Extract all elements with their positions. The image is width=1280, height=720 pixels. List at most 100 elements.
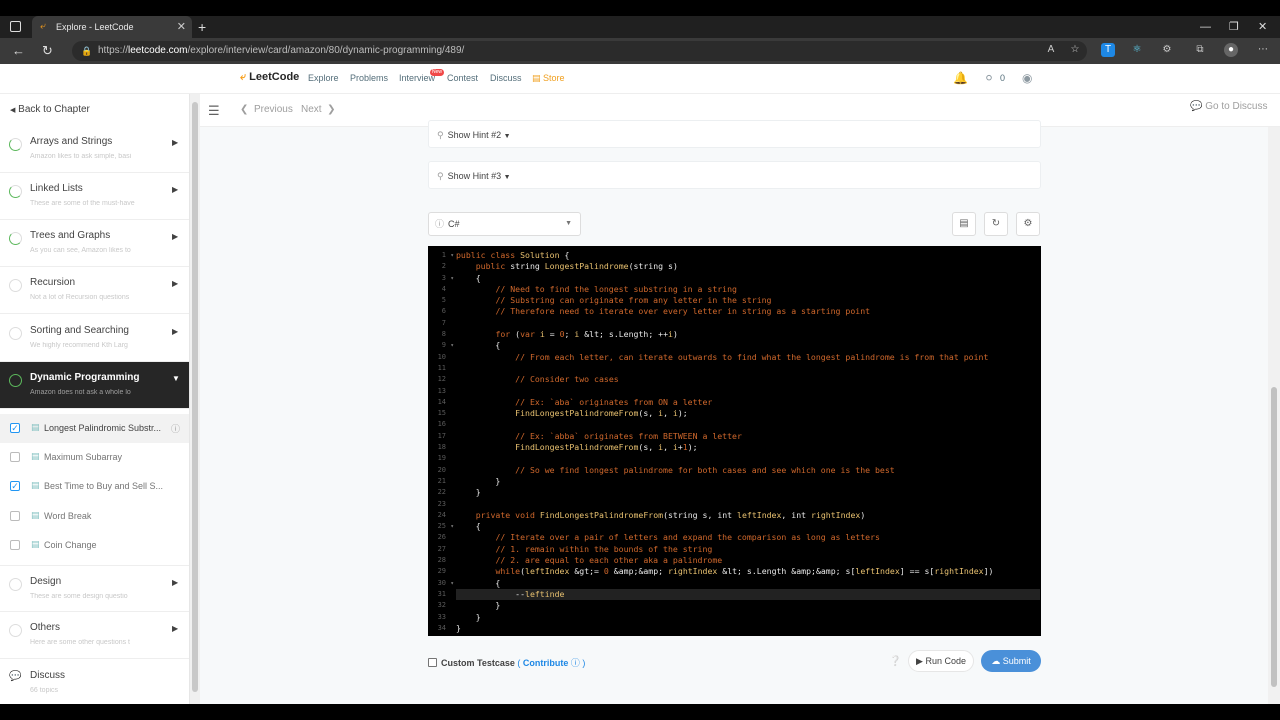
nav-explore[interactable]: Explore (308, 73, 339, 83)
code-line[interactable]: } (456, 476, 1040, 487)
maximize-icon[interactable]: ❐ (1229, 16, 1239, 38)
code-line[interactable]: // 1. remain within the bounds of the st… (456, 544, 1040, 555)
new-tab-icon[interactable]: + (198, 16, 206, 38)
language-select[interactable]: ⓘ C# ▼ (428, 212, 581, 236)
notes-button[interactable]: ▤ (952, 212, 976, 236)
custom-testcase-checkbox[interactable] (428, 658, 437, 667)
favorite-star-icon[interactable]: ☆ (1068, 43, 1082, 57)
question-coin-change[interactable]: ▤ Coin Change (0, 531, 189, 560)
react-devtools-icon[interactable]: ⚛ (1130, 43, 1144, 57)
fold-arrow-icon[interactable]: ▾ (450, 340, 454, 351)
nav-problems[interactable]: Problems (350, 73, 388, 83)
run-code-button[interactable]: ▶ Run Code (908, 650, 974, 672)
back-arrow-icon[interactable]: ← (12, 38, 25, 64)
custom-testcase[interactable]: Custom Testcase ( Contribute ⓘ ) (428, 656, 585, 669)
fold-arrow-icon[interactable]: ▾ (450, 578, 454, 589)
code-line[interactable] (456, 419, 1040, 430)
collections-icon[interactable]: ⧉ (1193, 43, 1207, 57)
go-to-discuss-button[interactable]: 💬 Go to Discuss (1190, 101, 1267, 112)
tab-actions-icon[interactable] (10, 21, 21, 32)
hamburger-menu-icon[interactable]: ☰ (208, 103, 220, 119)
code-line[interactable] (456, 386, 1040, 397)
leetcode-logo[interactable]: ⤶ LeetCode (240, 71, 299, 84)
code-line[interactable]: } (456, 487, 1040, 498)
code-line[interactable]: // Need to find the longest substring in… (456, 284, 1040, 295)
code-editor[interactable]: 1 ▾ 2 3 ▾ 4 5 6 7 8 9 ▾ 10 11 12 13 14 15 16 17 18 19 20 21 22 23… (428, 246, 1041, 636)
code-line[interactable]: { (456, 273, 1040, 284)
nav-contest[interactable]: Contest (447, 73, 478, 83)
code-line[interactable]: while(leftIndex &gt;= 0 &amp;&amp; right… (456, 566, 1040, 577)
reset-code-button[interactable]: ↻ (984, 212, 1008, 236)
nav-discuss[interactable]: Discuss (490, 73, 522, 83)
extension-icon[interactable]: T (1101, 43, 1115, 57)
code-line[interactable]: { (456, 340, 1040, 351)
chapter-sorting-and-searching[interactable]: Sorting and Searching We highly recommen… (0, 315, 189, 362)
submit-button[interactable]: ☁ Submit (981, 650, 1041, 672)
code-line[interactable]: FindLongestPalindromeFrom(s, i, i+1); (456, 442, 1040, 453)
chapter-trees-and-graphs[interactable]: Trees and Graphs As you can see, Amazon … (0, 220, 189, 267)
code-line[interactable]: public string LongestPalindrome(string s… (456, 261, 1040, 272)
code-line[interactable]: --leftinde (456, 588, 1040, 601)
contribute-link[interactable]: Contribute (523, 658, 569, 668)
close-tab-icon[interactable]: ✕ (177, 16, 186, 38)
chapter-dynamic-programming[interactable]: Dynamic Programming Amazon does not ask … (0, 362, 189, 409)
code-line[interactable] (456, 499, 1040, 510)
notification-bell-icon[interactable]: 🔔 (953, 71, 968, 85)
code-line[interactable]: } (456, 600, 1040, 611)
code-line[interactable]: } (456, 623, 1040, 634)
next-button[interactable]: Next ❯ (301, 104, 336, 115)
code-line[interactable]: private void FindLongestPalindromeFrom(s… (456, 510, 1040, 521)
code-area[interactable]: public class Solution { public string Lo… (456, 250, 1040, 634)
sidebar-discuss[interactable]: 💬 Discuss 66 topics (0, 660, 189, 707)
info-icon[interactable]: ⓘ (171, 422, 180, 435)
code-line[interactable]: // Ex: `aba` originates from ON a letter (456, 397, 1040, 408)
close-window-icon[interactable]: ✕ (1258, 16, 1267, 38)
fold-arrow-icon[interactable]: ▾ (450, 521, 454, 532)
coins-icon[interactable]: ⚪ (984, 71, 994, 85)
settings-button[interactable]: ⚙ (1016, 212, 1040, 236)
sidebar-scrollbar[interactable] (190, 94, 200, 704)
nav-interview[interactable]: Interview (399, 73, 435, 83)
user-avatar-icon[interactable]: ◉ (1022, 71, 1032, 85)
chapter-linked-lists[interactable]: Linked Lists These are some of the must-… (0, 173, 189, 220)
code-line[interactable]: // Consider two cases (456, 374, 1040, 385)
back-to-chapter[interactable]: ◀ Back to Chapter (10, 104, 90, 115)
code-line[interactable] (456, 318, 1040, 329)
browser-menu-icon[interactable]: ⋯ (1256, 43, 1270, 57)
chapter-recursion[interactable]: Recursion Not a lot of Recursion questio… (0, 267, 189, 314)
code-line[interactable] (456, 363, 1040, 374)
chapter-arrays-and-strings[interactable]: Arrays and Strings Amazon likes to ask s… (0, 126, 189, 173)
previous-button[interactable]: ❮ Previous (240, 104, 293, 115)
page-scrollbar-thumb[interactable] (1271, 387, 1277, 687)
code-line[interactable]: } (456, 612, 1040, 623)
code-line[interactable]: { (456, 521, 1040, 532)
page-scrollbar[interactable] (1268, 127, 1280, 704)
fold-arrow-icon[interactable]: ▾ (450, 250, 454, 261)
question-best-time-to-buy-and-sell[interactable]: ✓ ▤ Best Time to Buy and Sell S... (0, 472, 189, 501)
code-line[interactable]: { (456, 578, 1040, 589)
chapter-design[interactable]: Design These are some design questio ▶ (0, 565, 189, 612)
code-line[interactable]: // 2. are equal to each other aka a pali… (456, 555, 1040, 566)
show-hint-2[interactable]: ⚲ Show Hint #2 ▼ (428, 120, 1041, 148)
show-hint-3[interactable]: ⚲ Show Hint #3 ▼ (428, 161, 1041, 189)
code-line[interactable]: public class Solution { (456, 250, 1040, 261)
question-maximum-subarray[interactable]: ▤ Maximum Subarray (0, 443, 189, 472)
code-line[interactable]: // Ex: `abba` originates from BETWEEN a … (456, 431, 1040, 442)
profile-avatar[interactable]: ● (1224, 43, 1238, 57)
browser-tab[interactable]: ⤶ Explore - LeetCode ✕ (32, 16, 192, 38)
chapter-others[interactable]: Others Here are some other questions t ▶ (0, 612, 189, 659)
code-line[interactable]: // Substring can originate from any lett… (456, 295, 1040, 306)
code-line[interactable]: // From each letter, can iterate outward… (456, 352, 1040, 363)
help-icon[interactable]: ❔ (889, 656, 901, 667)
nav-store[interactable]: ▤ Store (532, 73, 565, 84)
extensions-puzzle-icon[interactable]: ⚙ (1160, 43, 1174, 57)
question-longest-palindromic-substring[interactable]: ✓ ▤ Longest Palindromic Substr... ⓘ (0, 414, 189, 443)
code-line[interactable] (456, 453, 1040, 464)
fold-arrow-icon[interactable]: ▾ (450, 273, 454, 284)
code-line[interactable]: // So we find longest palindrome for bot… (456, 465, 1040, 476)
code-line[interactable]: // Iterate over a pair of letters and ex… (456, 532, 1040, 543)
url-field[interactable]: 🔒 https://leetcode.com/explore/interview… (72, 41, 1087, 61)
sidebar-scrollbar-thumb[interactable] (192, 102, 198, 692)
read-aloud-icon[interactable]: A (1044, 43, 1058, 57)
code-line[interactable]: for (var i = 0; i &lt; s.Length; ++i) (456, 329, 1040, 340)
